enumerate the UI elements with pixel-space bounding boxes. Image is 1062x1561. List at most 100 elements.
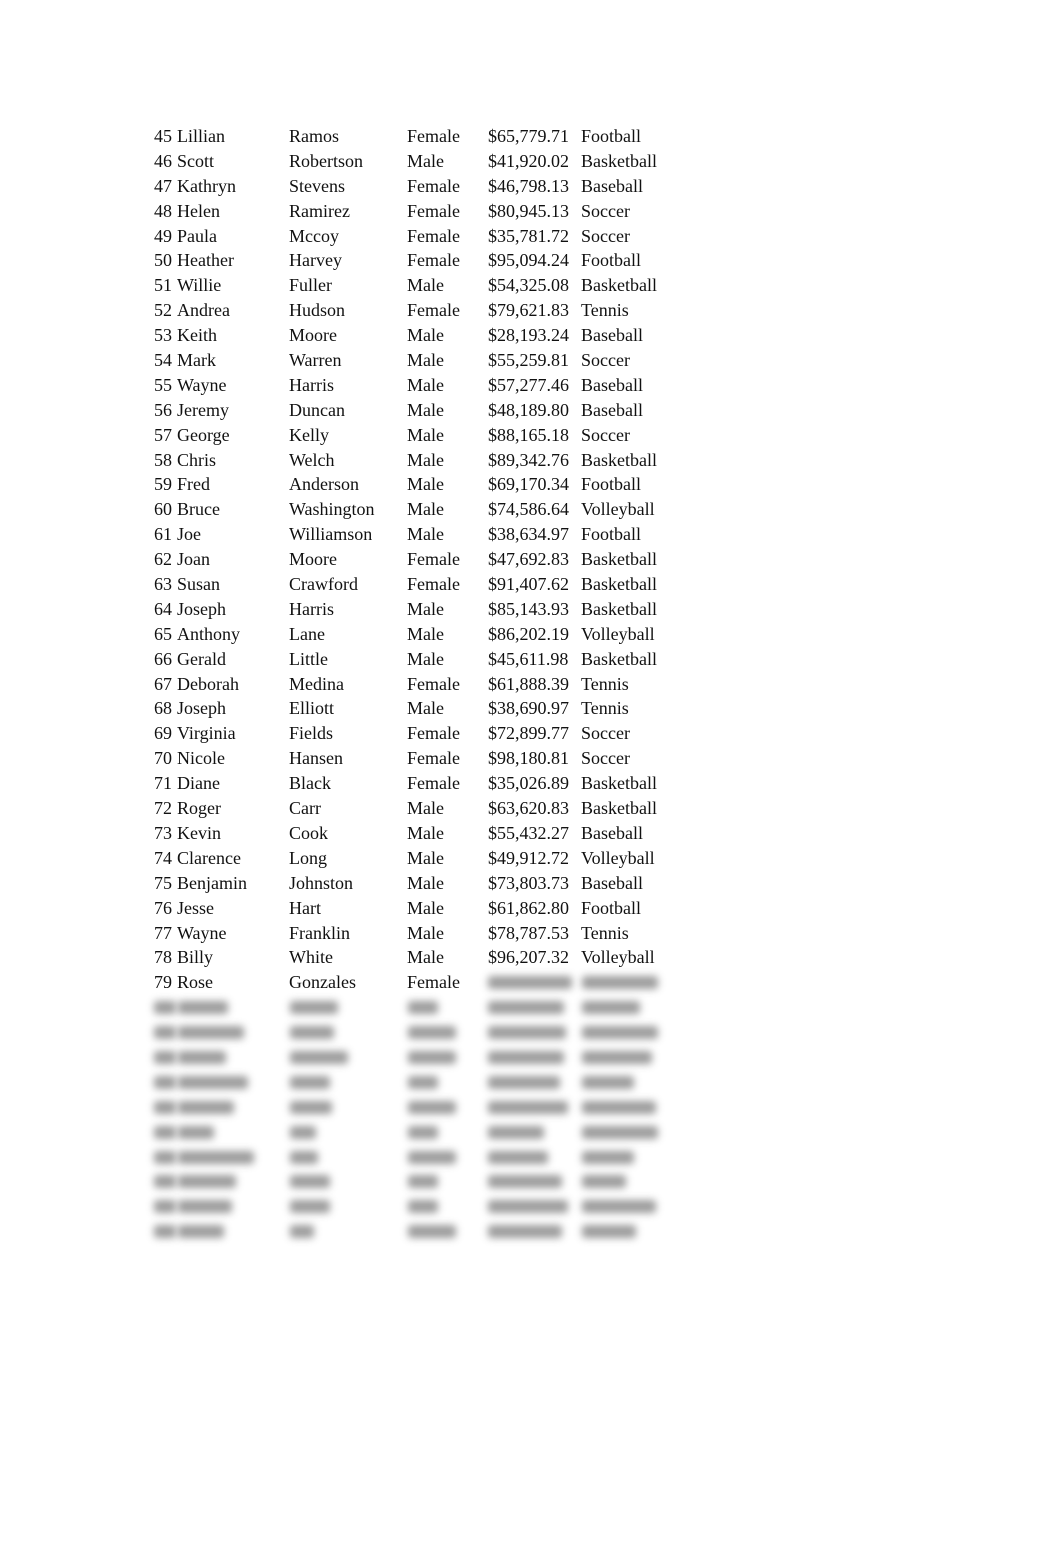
last-name-cell: Duncan	[289, 399, 345, 420]
salary-cell: $80,945.13	[488, 200, 569, 221]
salary-cell: $49,912.72	[488, 847, 569, 868]
gender-cell: Male	[407, 822, 444, 843]
first-name-cell: Jeremy	[177, 399, 229, 420]
sport-cell: Basketball	[581, 598, 657, 619]
redacted-cell	[290, 1100, 332, 1114]
first-name-cell: Benjamin	[177, 872, 247, 893]
redacted-salary-cell	[488, 976, 572, 990]
redacted-cell	[582, 1150, 634, 1164]
first-name-cell: Wayne	[177, 922, 227, 943]
sport-cell: Soccer	[581, 200, 630, 221]
gender-cell: Male	[407, 275, 444, 296]
first-name-cell: Deborah	[177, 673, 239, 694]
redacted-cell	[582, 1026, 658, 1040]
last-name-cell: Black	[289, 773, 331, 794]
last-name-cell: Mccoy	[289, 225, 339, 246]
first-name-cell: Willie	[177, 275, 222, 296]
gender-cell: Male	[407, 399, 444, 420]
last-name-cell: Little	[289, 648, 328, 669]
redacted-cell	[154, 1026, 176, 1040]
first-name-cell: Helen	[177, 200, 220, 221]
salary-cell: $69,170.34	[488, 474, 569, 495]
gender-cell: Female	[407, 250, 460, 271]
first-name-cell: Virginia	[177, 723, 236, 744]
redacted-cell	[290, 1150, 318, 1164]
redacted-cell	[408, 1001, 438, 1015]
first-name-cell: Keith	[177, 325, 217, 346]
last-name-cell: Crawford	[289, 574, 358, 595]
sport-cell: Baseball	[581, 399, 643, 420]
sport-cell: Basketball	[581, 549, 657, 570]
last-name-cell: Harvey	[289, 250, 342, 271]
redacted-cell	[178, 1225, 224, 1239]
row-id-cell: 52	[154, 300, 172, 321]
salary-cell: $57,277.46	[488, 374, 569, 395]
first-name-cell: Rose	[177, 972, 213, 993]
salary-cell: $72,899.77	[488, 723, 569, 744]
first-name-cell: Anthony	[177, 623, 240, 644]
last-name-cell: Hansen	[289, 748, 343, 769]
last-name-cell: Welch	[289, 449, 335, 470]
redacted-cell	[408, 1200, 438, 1214]
last-name-cell: Medina	[289, 673, 344, 694]
row-id-cell: 63	[154, 574, 172, 595]
row-id-cell: 56	[154, 399, 172, 420]
redacted-cell	[582, 1225, 636, 1239]
first-name-cell: Gerald	[177, 648, 226, 669]
last-name-cell: Johnston	[289, 872, 354, 893]
gender-cell: Female	[407, 225, 460, 246]
redacted-cell	[178, 1026, 244, 1040]
gender-cell: Female	[407, 972, 460, 993]
salary-cell: $48,189.80	[488, 399, 569, 420]
salary-cell: $91,407.62	[488, 574, 569, 595]
salary-cell: $47,692.83	[488, 549, 569, 570]
sport-cell: Football	[581, 897, 642, 918]
redacted-cell	[290, 1175, 330, 1189]
last-name-cell: Washington	[289, 499, 375, 520]
redacted-cell	[582, 1001, 640, 1015]
last-name-cell: Hart	[289, 897, 321, 918]
row-id-cell: 76	[154, 897, 172, 918]
first-name-cell: Fred	[177, 474, 210, 495]
first-name-cell: Kevin	[177, 822, 221, 843]
row-id-cell: 61	[154, 524, 172, 545]
redacted-cell	[154, 1001, 176, 1015]
redacted-cell	[582, 1050, 652, 1064]
sport-cell: Basketball	[581, 150, 657, 171]
first-name-cell: Joan	[177, 549, 210, 570]
row-id-cell: 68	[154, 698, 172, 719]
redacted-cell	[582, 1200, 656, 1214]
salary-cell: $78,787.53	[488, 922, 569, 943]
gender-cell: Male	[407, 374, 444, 395]
row-id-cell: 60	[154, 499, 172, 520]
gender-cell: Male	[407, 922, 444, 943]
sport-cell: Basketball	[581, 275, 657, 296]
gender-cell: Female	[407, 748, 460, 769]
sport-cell: Volleyball	[581, 847, 655, 868]
last-name-cell: Robertson	[289, 150, 363, 171]
first-name-cell: Joe	[177, 524, 201, 545]
gender-cell: Male	[407, 449, 444, 470]
row-id-cell: 79	[154, 972, 172, 993]
row-id-cell: 47	[154, 175, 172, 196]
salary-cell: $95,094.24	[488, 250, 569, 271]
gender-cell: Male	[407, 350, 444, 371]
first-name-cell: Paula	[177, 225, 217, 246]
row-id-cell: 69	[154, 723, 172, 744]
gender-cell: Female	[407, 773, 460, 794]
redacted-cell	[290, 1050, 348, 1064]
redacted-cell	[488, 1050, 564, 1064]
row-id-cell: 59	[154, 474, 172, 495]
redacted-cell	[488, 1175, 562, 1189]
gender-cell: Male	[407, 798, 444, 819]
row-id-cell: 70	[154, 748, 172, 769]
first-name-cell: Chris	[177, 449, 217, 470]
first-name-cell: Mark	[177, 350, 216, 371]
last-name-cell: Ramirez	[289, 200, 350, 221]
salary-cell: $38,634.97	[488, 524, 569, 545]
redacted-cell	[178, 1075, 248, 1089]
redacted-cell	[290, 1125, 316, 1139]
last-name-cell: Cook	[289, 822, 329, 843]
salary-cell: $55,432.27	[488, 822, 569, 843]
salary-cell: $98,180.81	[488, 748, 569, 769]
